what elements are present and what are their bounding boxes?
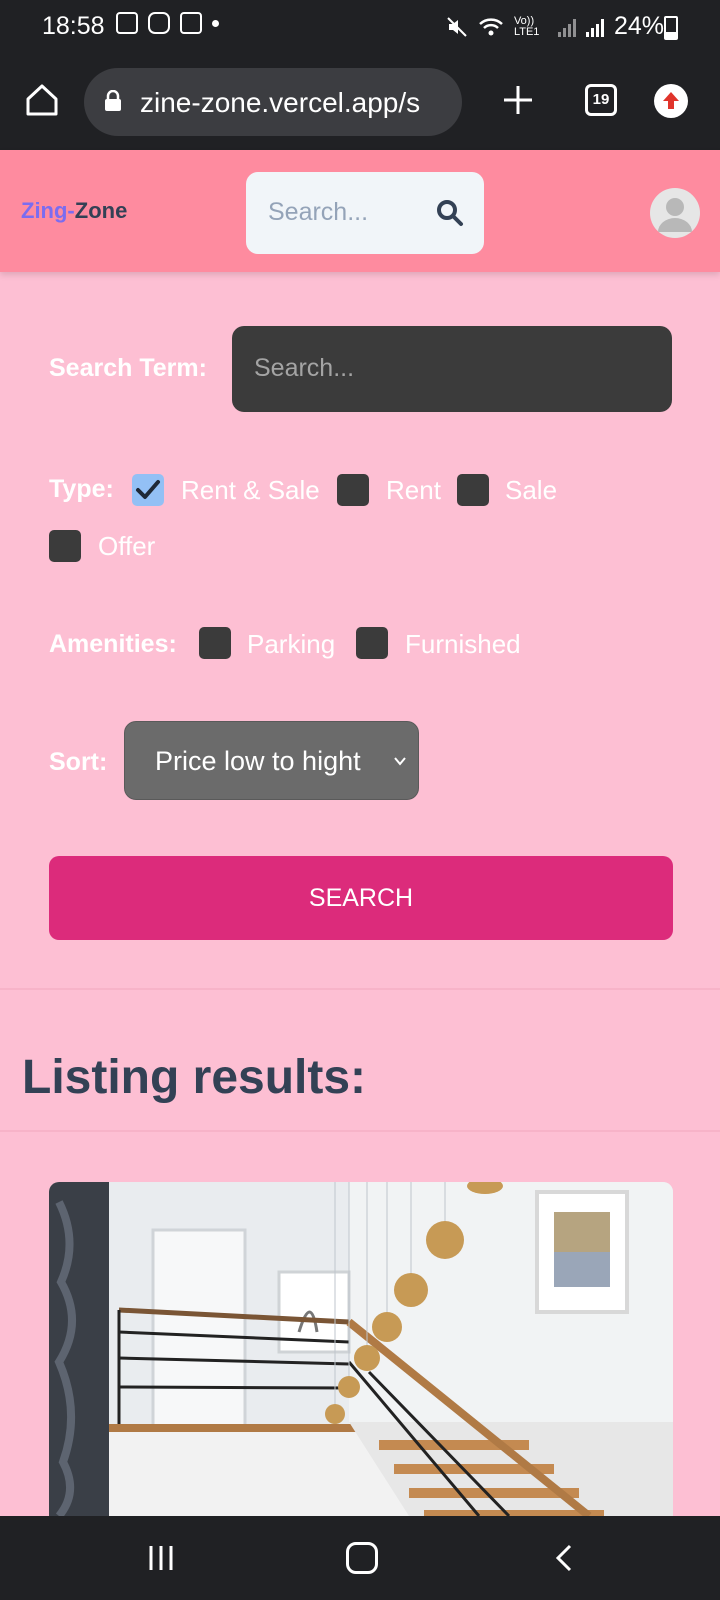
update-icon[interactable] bbox=[654, 84, 688, 118]
logo-part-2: Zone bbox=[74, 198, 128, 223]
back-icon[interactable] bbox=[552, 1544, 576, 1572]
search-term-placeholder: Search... bbox=[254, 354, 355, 382]
chevron-down-icon bbox=[394, 757, 406, 766]
amenities-label: Amenities: bbox=[49, 630, 177, 658]
search-button[interactable]: SEARCH bbox=[49, 856, 673, 940]
tab-switcher-button[interactable]: 19 bbox=[585, 84, 617, 116]
option-label: Parking bbox=[247, 629, 336, 659]
checkbox-offer[interactable] bbox=[49, 530, 81, 562]
signal-icon bbox=[557, 17, 576, 37]
checkbox-furnished[interactable] bbox=[356, 627, 388, 659]
url-text: zine-zone.vercel.app/s bbox=[140, 87, 421, 118]
header-search-placeholder: Search... bbox=[268, 198, 369, 226]
listing-photo bbox=[49, 1182, 673, 1516]
status-time: 18:58 bbox=[42, 12, 105, 40]
option-label: Offer bbox=[98, 531, 156, 561]
search-term-input[interactable]: Search... bbox=[232, 326, 672, 412]
avatar[interactable] bbox=[650, 188, 700, 238]
checkbox-parking[interactable] bbox=[199, 627, 231, 659]
more-notifications-icon bbox=[212, 19, 219, 27]
wifi-icon bbox=[479, 17, 503, 35]
home-button-icon[interactable] bbox=[346, 1542, 378, 1574]
option-label: Furnished bbox=[405, 629, 521, 659]
instagram-icon bbox=[148, 12, 170, 34]
header-search-input[interactable]: Search... bbox=[246, 172, 484, 254]
home-icon[interactable] bbox=[24, 82, 60, 118]
option-label: Rent & Sale bbox=[181, 475, 320, 505]
system-nav-bar bbox=[0, 1516, 720, 1600]
site-logo[interactable]: Zing-Zone bbox=[21, 198, 127, 224]
signal-icon bbox=[585, 17, 604, 37]
divider bbox=[0, 988, 720, 990]
checkbox-rent[interactable] bbox=[337, 474, 369, 506]
recent-apps-icon[interactable] bbox=[146, 1544, 176, 1572]
checkbox-sale[interactable] bbox=[457, 474, 489, 506]
notification-icons bbox=[116, 12, 219, 34]
battery-icon bbox=[664, 16, 678, 40]
new-tab-icon[interactable] bbox=[500, 82, 536, 118]
search-term-label: Search Term: bbox=[49, 354, 207, 382]
system-icons: Vo)) LTE1 24% bbox=[446, 12, 664, 41]
logo-part-1: Zing- bbox=[21, 198, 75, 223]
sort-label: Sort: bbox=[49, 748, 108, 776]
lock-icon bbox=[105, 90, 121, 111]
status-bar: 18:58 Vo)) LTE1 24% bbox=[0, 0, 720, 54]
listing-image[interactable] bbox=[49, 1182, 673, 1516]
gallery-icon bbox=[116, 12, 138, 34]
sort-select[interactable]: Price low to hight bbox=[124, 721, 419, 800]
battery-percent: 24% bbox=[613, 12, 664, 40]
site-header: Zing-Zone Search... bbox=[0, 150, 720, 272]
results-heading: Listing results: bbox=[22, 1051, 367, 1104]
search-icon[interactable] bbox=[436, 199, 464, 227]
sort-selected-value: Price low to hight bbox=[155, 746, 361, 776]
mute-icon bbox=[447, 16, 467, 37]
option-label: Rent bbox=[386, 475, 441, 505]
browser-toolbar: zine-zone.vercel.app/s 19 bbox=[0, 54, 720, 150]
checkbox-rent-and-sale[interactable] bbox=[132, 474, 164, 506]
address-bar[interactable]: zine-zone.vercel.app/s bbox=[84, 68, 462, 136]
divider bbox=[0, 1130, 720, 1132]
option-label: Sale bbox=[505, 475, 558, 505]
gift-icon bbox=[180, 12, 202, 34]
lte-label: Vo)) LTE1 bbox=[513, 14, 540, 38]
type-label: Type: bbox=[49, 475, 114, 503]
checkmark-icon bbox=[136, 480, 160, 499]
